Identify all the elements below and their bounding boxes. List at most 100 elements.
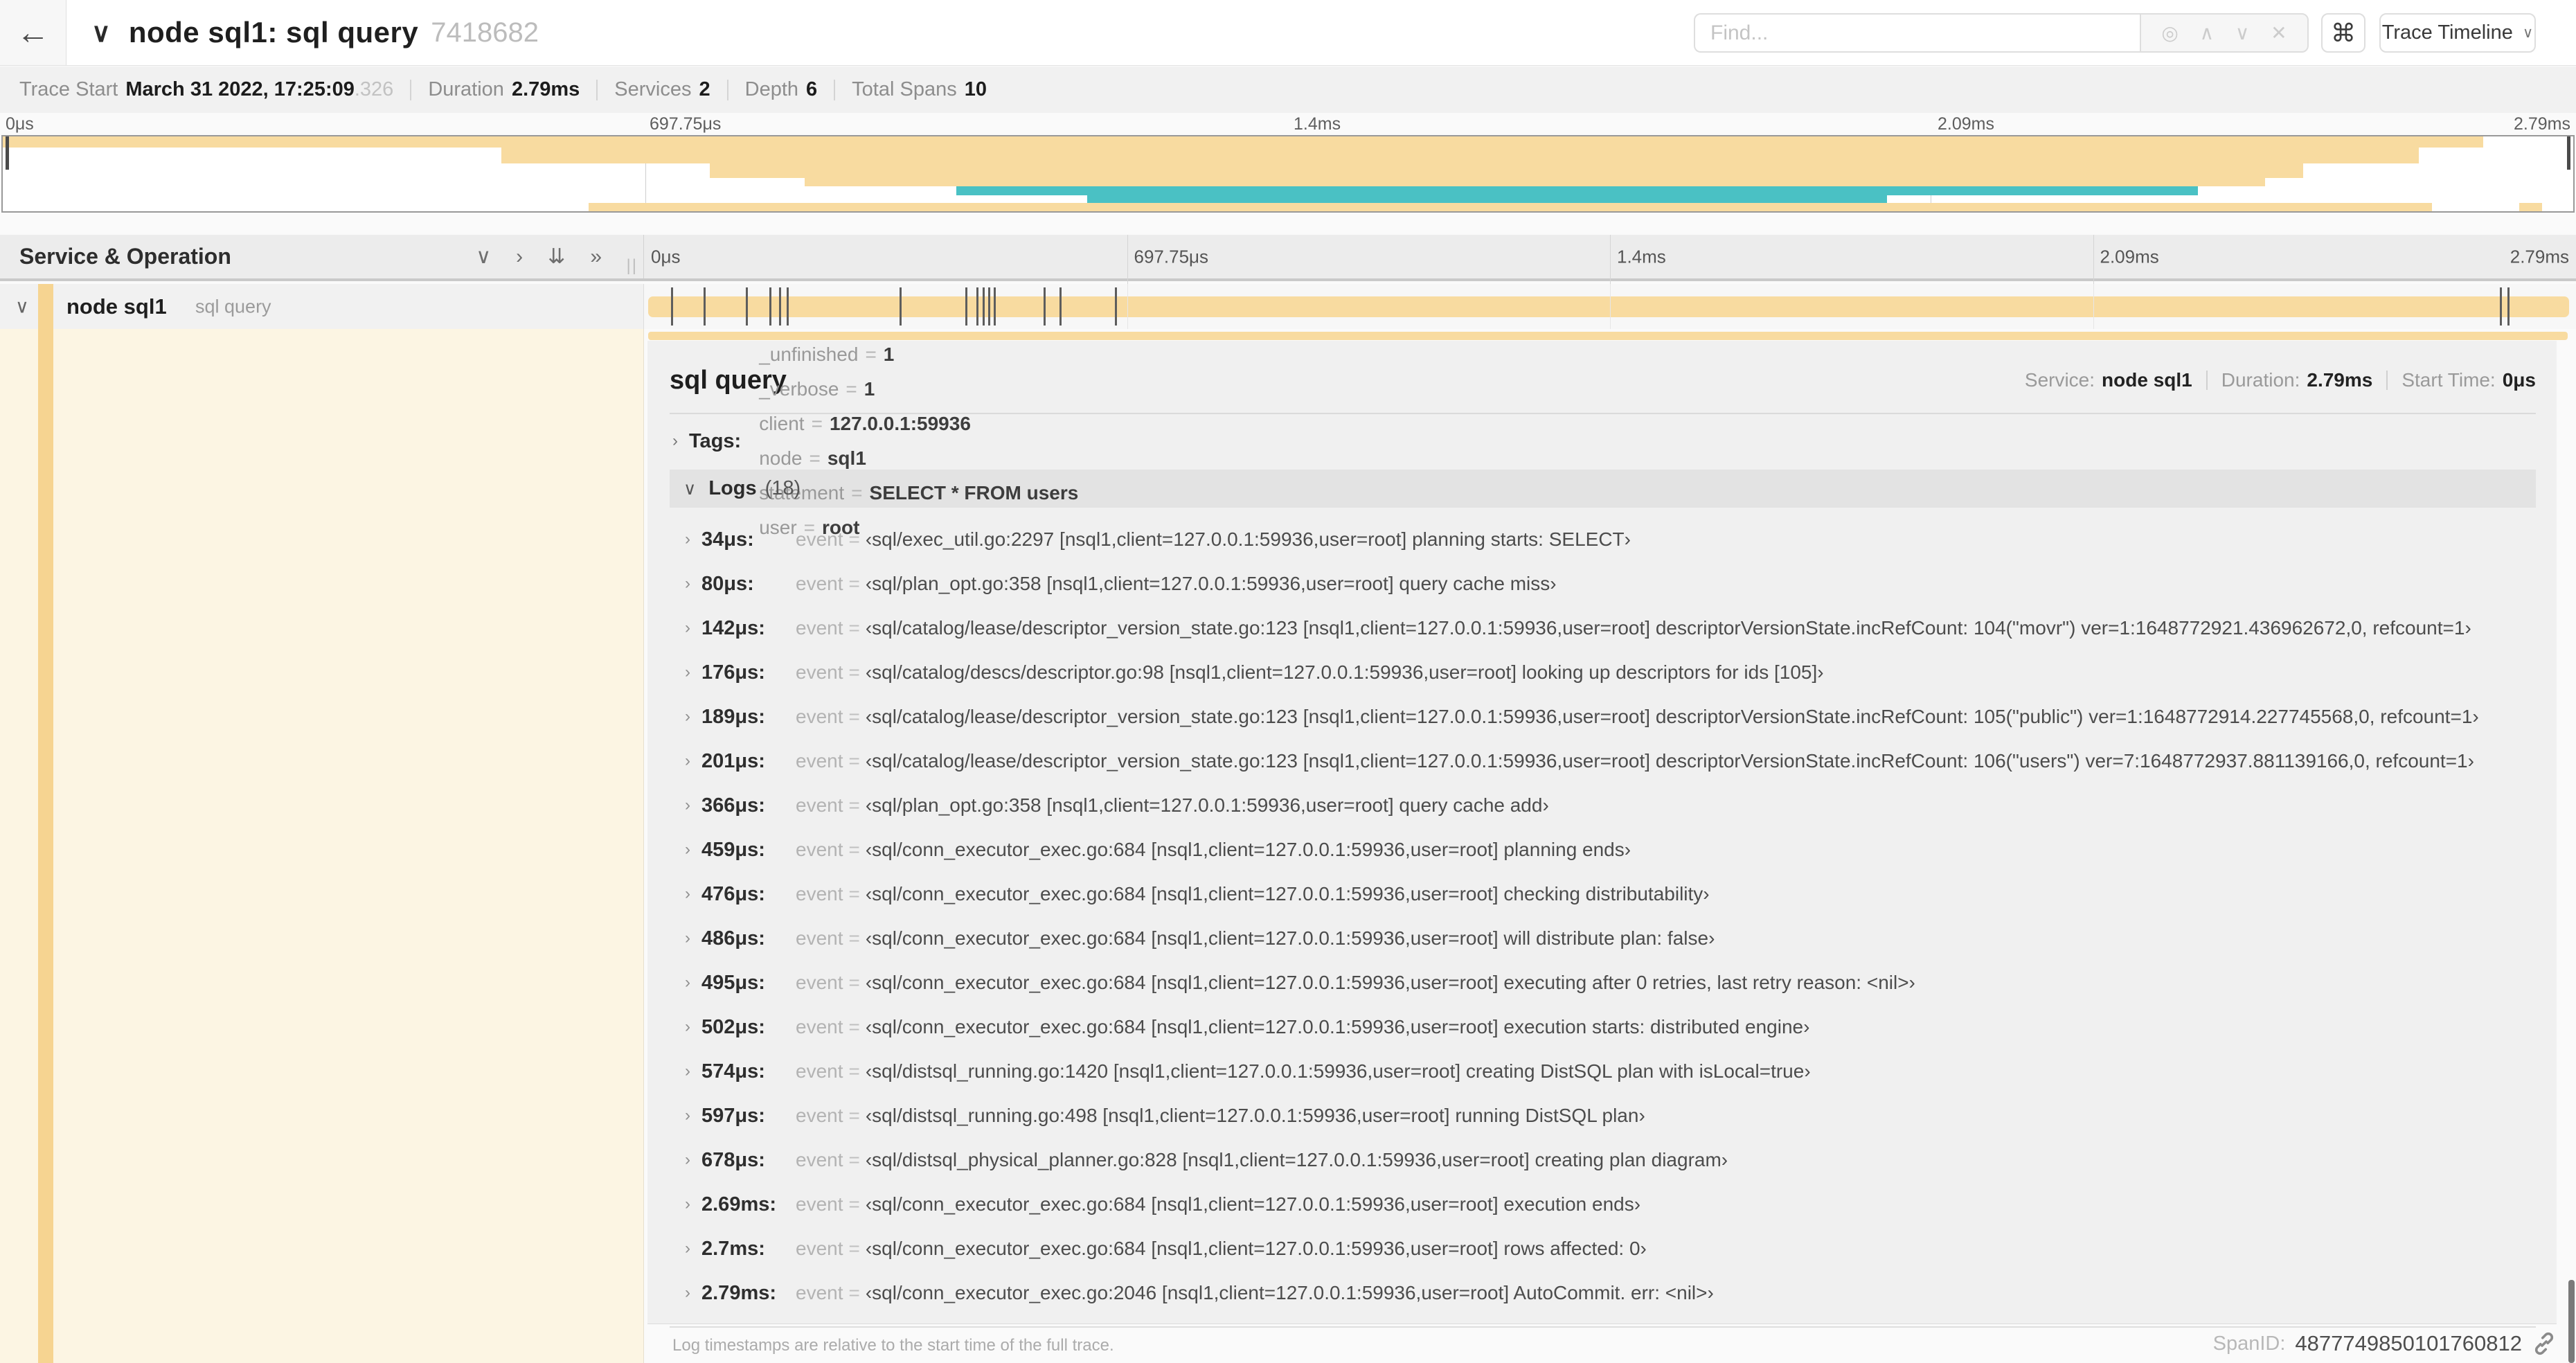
log-entry-row[interactable]: › 176μs: event = ‹sql/catalog/descs/descript… (670, 650, 2536, 695)
span-color-accent (38, 329, 53, 1363)
close-icon[interactable]: ✕ (2271, 21, 2287, 44)
chevron-right-icon: › (685, 1283, 690, 1302)
back-arrow-icon: ← (16, 14, 50, 51)
log-field-value: ‹sql/conn_executor_exec.go:684 [nsql1,cl… (865, 1238, 1647, 1259)
log-timestamp: 495μs: (701, 971, 765, 994)
log-timestamp: 574μs: (701, 1060, 765, 1083)
chevron-right-icon: › (685, 929, 690, 947)
service-operation-title: Service & Operation (19, 244, 231, 269)
equals-sign: = (848, 617, 860, 639)
minimap-span-bar (2519, 203, 2543, 211)
log-field-key: event (796, 661, 843, 683)
span-row-label[interactable]: ∨ node sql1 sql query (0, 284, 644, 329)
span-duration-bar[interactable] (648, 287, 2569, 326)
equals-sign: = (865, 344, 877, 365)
span-operation-name: sql query (195, 296, 271, 317)
locate-icon[interactable]: ◎ (2161, 21, 2178, 44)
expand-one-icon[interactable]: › (516, 245, 523, 269)
summary-value: node sql1 (2102, 369, 2192, 391)
page-header: ← ∨ node sql1: sql query 7418682 ◎∧∨✕ ⌘ … (0, 0, 2576, 66)
span-row-timeline[interactable] (644, 284, 2576, 329)
collapse-all-icon[interactable]: ⇊ (548, 244, 565, 269)
timeline-gridline (2093, 284, 2094, 329)
log-entry-row[interactable]: › 678μs: event = ‹sql/distsql_physical_plann… (670, 1138, 2536, 1182)
summary-label: Service: (2024, 369, 2095, 391)
log-entry-row[interactable]: › 486μs: event = ‹sql/conn_executor_exec.go:… (670, 916, 2536, 961)
tags-accordion[interactable]: › Tags: _unfinished = 1 _verbose = 1 client = 12… (670, 344, 2536, 538)
log-field-value: ‹sql/conn_executor_exec.go:684 [nsql1,cl… (865, 972, 1915, 993)
log-field-value: ‹sql/catalog/lease/descriptor_version_st… (865, 617, 2471, 639)
log-timestamp: 2.69ms: (701, 1193, 777, 1215)
meta-item: Depth 6 (745, 78, 818, 101)
tag-value: SELECT * FROM users (869, 482, 1079, 504)
log-timestamp: 597μs: (701, 1104, 765, 1127)
log-timestamp: 486μs: (701, 927, 765, 950)
log-field-value: ‹sql/distsql_physical_planner.go:828 [ns… (865, 1149, 1728, 1170)
log-marker-tick (671, 287, 674, 326)
tag-item: _unfinished = 1 (759, 344, 1078, 366)
view-selector-button[interactable]: Trace Timeline ∨ (2379, 13, 2536, 53)
log-entry-row[interactable]: › 574μs: event = ‹sql/distsql_running.go:142… (670, 1049, 2536, 1094)
minimap-span-bar (709, 163, 2304, 179)
log-marker-tick (746, 287, 749, 326)
range-scrubber-left[interactable] (6, 136, 9, 170)
back-button[interactable]: ← (0, 0, 66, 65)
log-field-value: ‹sql/conn_executor_exec.go:684 [nsql1,cl… (865, 883, 1710, 905)
log-entry-row[interactable]: › 502μs: event = ‹sql/conn_executor_exec.go:… (670, 1005, 2536, 1049)
trace-meta-bar: Trace Start March 31 2022, 17:25:09.326 Du… (0, 66, 2576, 113)
log-field-key: event (796, 573, 843, 594)
minimap-span-bar (3, 136, 2484, 148)
log-entry-row[interactable]: › 201μs: event = ‹sql/catalog/lease/descript… (670, 739, 2536, 783)
log-entry-row[interactable]: › 476μs: event = ‹sql/conn_executor_exec.go:… (670, 872, 2536, 916)
divider (410, 79, 412, 100)
log-timestamp: 201μs: (701, 749, 765, 772)
service-operation-header: Service & Operation ∨ › ⇊ » || (0, 235, 644, 278)
log-field-key: event (796, 1060, 843, 1082)
chevron-right-icon: › (685, 1150, 690, 1169)
view-selector-label: Trace Timeline (2381, 21, 2513, 44)
vertical-scrollbar-thumb[interactable] (2568, 1280, 2575, 1363)
tag-item: node = sql1 (759, 447, 1078, 470)
divider (2206, 371, 2208, 390)
log-timestamp: 189μs: (701, 705, 765, 728)
find-input[interactable] (1694, 13, 2140, 53)
log-entry-row[interactable]: › 80μs: event = ‹sql/plan_opt.go:358 [nsql1,… (670, 562, 2536, 606)
log-marker-tick (2507, 287, 2510, 326)
keyboard-shortcuts-button[interactable]: ⌘ (2321, 13, 2365, 53)
log-field-value: ‹sql/plan_opt.go:358 [nsql1,client=127.0… (865, 573, 1557, 594)
divider (596, 79, 598, 100)
equals-sign: = (848, 794, 860, 816)
chevron-down-icon[interactable]: ∨ (2235, 21, 2250, 44)
collapse-one-icon[interactable]: ∨ (476, 244, 491, 269)
log-entry-row[interactable]: › 2.69ms: event = ‹sql/conn_executor_exec.go… (670, 1182, 2536, 1227)
chevron-up-icon[interactable]: ∧ (2200, 21, 2215, 44)
log-entry-row[interactable]: › 366μs: event = ‹sql/plan_opt.go:358 [nsql1… (670, 783, 2536, 828)
log-entry-row[interactable]: › 459μs: event = ‹sql/conn_executor_exec.go:… (670, 828, 2536, 872)
equals-sign: = (848, 706, 860, 727)
link-icon[interactable] (2532, 1331, 2557, 1356)
log-entry-row[interactable]: › 189μs: event = ‹sql/catalog/lease/descript… (670, 695, 2536, 739)
log-field-key: event (796, 750, 843, 772)
range-scrubber-right[interactable] (2567, 136, 2570, 170)
log-entry-row[interactable]: › 495μs: event = ‹sql/conn_executor_exec.go:… (670, 961, 2536, 1005)
log-entry-row[interactable]: › 2.7ms: event = ‹sql/conn_executor_exec.go:… (670, 1227, 2536, 1271)
log-entry-row[interactable]: › 2.79ms: event = ‹sql/conn_executor_exec.go… (670, 1271, 2536, 1315)
log-field-value: ‹sql/catalog/descs/descriptor.go:98 [nsq… (865, 661, 1824, 683)
log-entry-row[interactable]: › 142μs: event = ‹sql/catalog/lease/descript… (670, 606, 2536, 650)
collapse-all-chevron-icon[interactable]: ∨ (91, 17, 111, 48)
log-marker-tick (1044, 287, 1046, 326)
span-id-footer: SpanID: 4877749850101760812 (647, 1324, 2576, 1363)
minimap-tick-labels: 0μs 697.75μs 1.4ms 2.09ms 2.79ms (0, 113, 2576, 135)
timeline-gridline (1127, 235, 1128, 284)
column-resize-handle[interactable]: || (627, 256, 638, 276)
log-entry-row[interactable]: › 597μs: event = ‹sql/distsql_running.go:498… (670, 1094, 2536, 1138)
minimap-canvas[interactable] (1, 135, 2575, 213)
expand-all-icon[interactable]: » (590, 245, 602, 269)
chevron-right-icon: › (685, 973, 690, 992)
command-icon: ⌘ (2331, 18, 2356, 47)
equals-sign: = (848, 972, 860, 993)
equals-sign: = (848, 1149, 860, 1170)
summary-label: Start Time: (2401, 369, 2496, 391)
equals-sign: = (848, 750, 860, 772)
chevron-down-icon[interactable]: ∨ (15, 296, 29, 317)
